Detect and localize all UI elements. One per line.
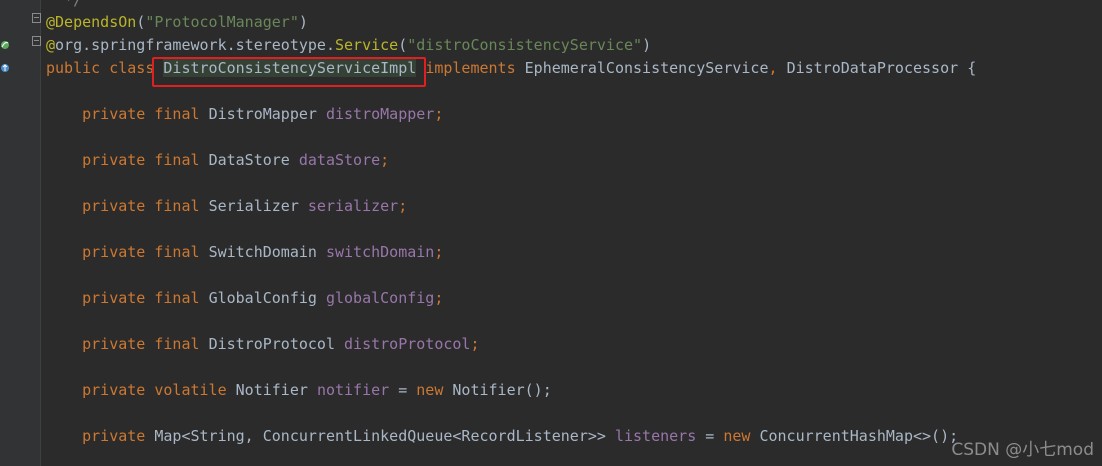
field-name[interactable]: globalConfig (326, 289, 434, 307)
string-literal: "distroConsistencyService" (407, 36, 643, 54)
code-line: @org.springframework.stereotype.Service(… (46, 35, 651, 55)
constructor-call[interactable]: ConcurrentHashMap<>(); (759, 427, 958, 445)
field-line: private final SwitchDomain switchDomain; (46, 242, 443, 262)
string-literal: "ProtocolManager" (145, 13, 299, 31)
field-modifiers: private final (82, 335, 200, 353)
class-declaration-line: public class DistroConsistencyServiceImp… (46, 58, 976, 78)
field-name[interactable]: serializer (308, 197, 398, 215)
fold-icon[interactable] (32, 36, 41, 46)
semicolon: ; (434, 243, 444, 261)
field-type[interactable]: GlobalConfig (209, 289, 317, 307)
field-line: private final DistroMapper distroMapper; (46, 104, 443, 124)
field-name[interactable]: distroMapper (326, 105, 434, 123)
keyword-public: public (46, 59, 101, 77)
field-type[interactable]: DistroMapper (209, 105, 317, 123)
field-type[interactable]: Map<String, ConcurrentLinkedQueue<Record… (154, 427, 606, 445)
keyword-class: class (109, 59, 155, 77)
field-type[interactable]: Serializer (209, 197, 299, 215)
field-modifiers: private volatile (82, 381, 227, 399)
paren: ( (398, 36, 408, 54)
field-modifiers: private (82, 427, 146, 445)
annotation-depends-on: @DependsOn (46, 13, 137, 31)
code-editor[interactable]: */ @DependsOn("ProtocolManager") @org.sp… (0, 0, 1102, 466)
comma: , (768, 59, 778, 77)
semicolon: ; (434, 105, 444, 123)
semicolon: ; (398, 197, 408, 215)
paren: ( (136, 13, 146, 31)
code-area[interactable]: */ @DependsOn("ProtocolManager") @org.sp… (46, 0, 1102, 466)
keyword-new: new (723, 427, 751, 445)
field-type[interactable]: DataStore (209, 151, 290, 169)
semicolon: ; (380, 151, 390, 169)
interface-name[interactable]: DistroDataProcessor (787, 59, 959, 77)
field-line: private final GlobalConfig globalConfig; (46, 288, 443, 308)
code-line: @DependsOn("ProtocolManager") (46, 12, 308, 32)
fold-icon[interactable] (32, 13, 41, 23)
field-line: private final DistroProtocol distroProto… (46, 334, 480, 354)
semicolon: ; (434, 289, 444, 307)
class-name[interactable]: DistroConsistencyServiceImpl (163, 59, 417, 77)
editor-gutter (0, 0, 41, 466)
semicolon: ; (470, 335, 480, 353)
paren: ) (298, 13, 308, 31)
constructor-call[interactable]: Notifier(); (452, 381, 551, 399)
annotation-service: Service (335, 36, 399, 54)
field-modifiers: private final (82, 243, 200, 261)
field-type[interactable]: SwitchDomain (209, 243, 317, 261)
paren: ) (642, 36, 652, 54)
package-name: org.springframework.stereotype. (55, 36, 335, 54)
field-line: private final DataStore dataStore; (46, 150, 389, 170)
spring-bean-icon[interactable] (0, 40, 10, 50)
annotation-at: @ (46, 36, 56, 54)
field-line: private final Serializer serializer; (46, 196, 407, 216)
field-name[interactable]: listeners (615, 427, 696, 445)
watermark: CSDN @小七mod (951, 440, 1094, 460)
field-modifiers: private final (82, 105, 200, 123)
field-name[interactable]: distroProtocol (344, 335, 470, 353)
code-line: */ (46, 0, 82, 10)
operator: = (398, 381, 408, 399)
field-modifiers: private final (82, 289, 200, 307)
interface-name[interactable]: EphemeralConsistencyService (525, 59, 769, 77)
field-name[interactable]: dataStore (299, 151, 380, 169)
operator: = (705, 427, 715, 445)
implements-icon[interactable] (0, 63, 10, 73)
field-modifiers: private final (82, 151, 200, 169)
field-line: private Map<String, ConcurrentLinkedQueu… (46, 426, 958, 446)
field-name[interactable]: notifier (317, 381, 389, 399)
keyword-implements: implements (425, 59, 516, 77)
field-type[interactable]: Notifier (236, 381, 308, 399)
field-type[interactable]: DistroProtocol (209, 335, 335, 353)
field-name[interactable]: switchDomain (326, 243, 434, 261)
field-line: private volatile Notifier notifier = new… (46, 380, 552, 400)
keyword-new: new (416, 381, 444, 399)
brace: { (967, 59, 977, 77)
comment-text: */ (64, 0, 83, 9)
field-modifiers: private final (82, 197, 200, 215)
